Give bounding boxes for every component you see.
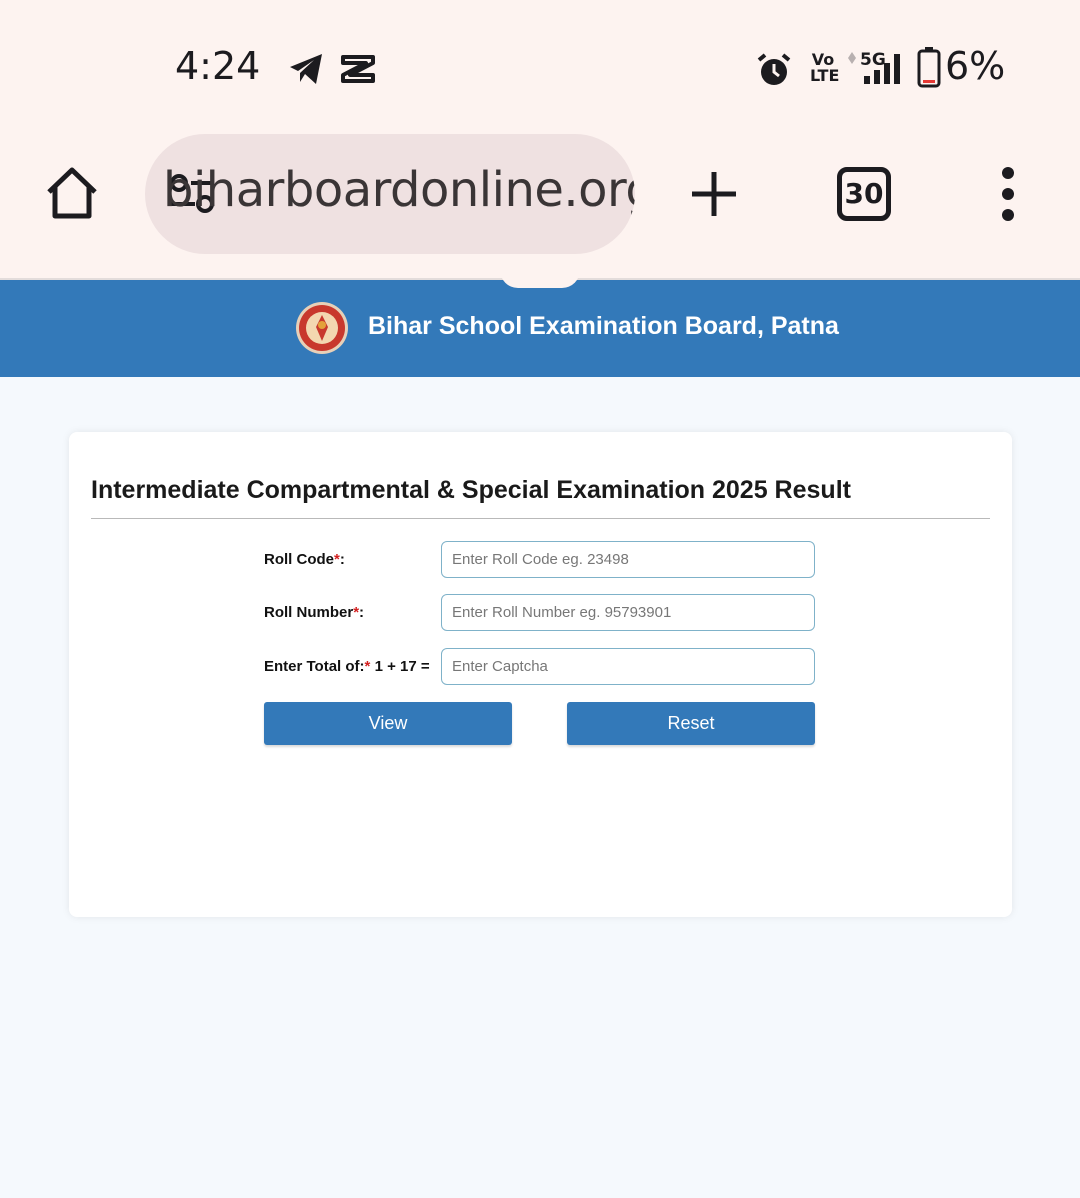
tab-switcher-button[interactable]: 30: [837, 167, 891, 221]
label-colon: :: [339, 551, 345, 568]
captcha-label: Enter Total of:* 1 + 17 =: [264, 658, 430, 675]
reset-button[interactable]: Reset: [567, 702, 815, 745]
capcut-icon: [341, 55, 375, 83]
telegram-icon: [290, 54, 322, 84]
volte-indicator: Vo LTE: [810, 52, 840, 85]
site-title: Bihar School Examination Board, Patna: [368, 312, 839, 340]
browser-toolbar: biharboardonline.org 30: [0, 130, 1080, 280]
battery-percent: 6%: [945, 44, 1006, 88]
url-text: biharboardonline.org: [163, 162, 635, 218]
home-icon[interactable]: [44, 165, 100, 221]
battery-icon: [917, 47, 941, 88]
menu-icon[interactable]: [996, 167, 1020, 221]
form-title: Intermediate Compartmental & Special Exa…: [91, 476, 851, 504]
roll-code-label: Roll Code*:: [264, 551, 345, 568]
title-divider: [91, 518, 990, 519]
roll-code-label-text: Roll Code: [264, 551, 334, 568]
volte-bottom: LTE: [810, 66, 840, 85]
alarm-icon: [757, 53, 791, 85]
roll-code-input[interactable]: [441, 541, 815, 578]
roll-number-label-text: Roll Number: [264, 604, 354, 621]
result-form-card: Intermediate Compartmental & Special Exa…: [69, 432, 1012, 917]
signal-icon: [848, 52, 900, 84]
captcha-question: 1 + 17 =: [374, 658, 430, 675]
bseb-logo: [296, 302, 348, 354]
site-header: Bihar School Examination Board, Patna: [0, 270, 1080, 377]
roll-number-label: Roll Number*:: [264, 604, 364, 621]
status-time: 4:24: [175, 44, 261, 88]
captcha-input[interactable]: [441, 648, 815, 685]
view-button[interactable]: View: [264, 702, 512, 745]
captcha-label-text: Enter Total of:: [264, 658, 365, 675]
label-colon: :: [359, 604, 365, 621]
new-tab-icon[interactable]: [688, 168, 740, 220]
roll-number-input[interactable]: [441, 594, 815, 631]
status-bar: 4:24 Vo LTE 5G 6%: [0, 0, 1080, 130]
address-bar[interactable]: biharboardonline.org: [145, 134, 635, 254]
required-mark: *: [364, 658, 371, 675]
header-notch: [500, 270, 580, 288]
